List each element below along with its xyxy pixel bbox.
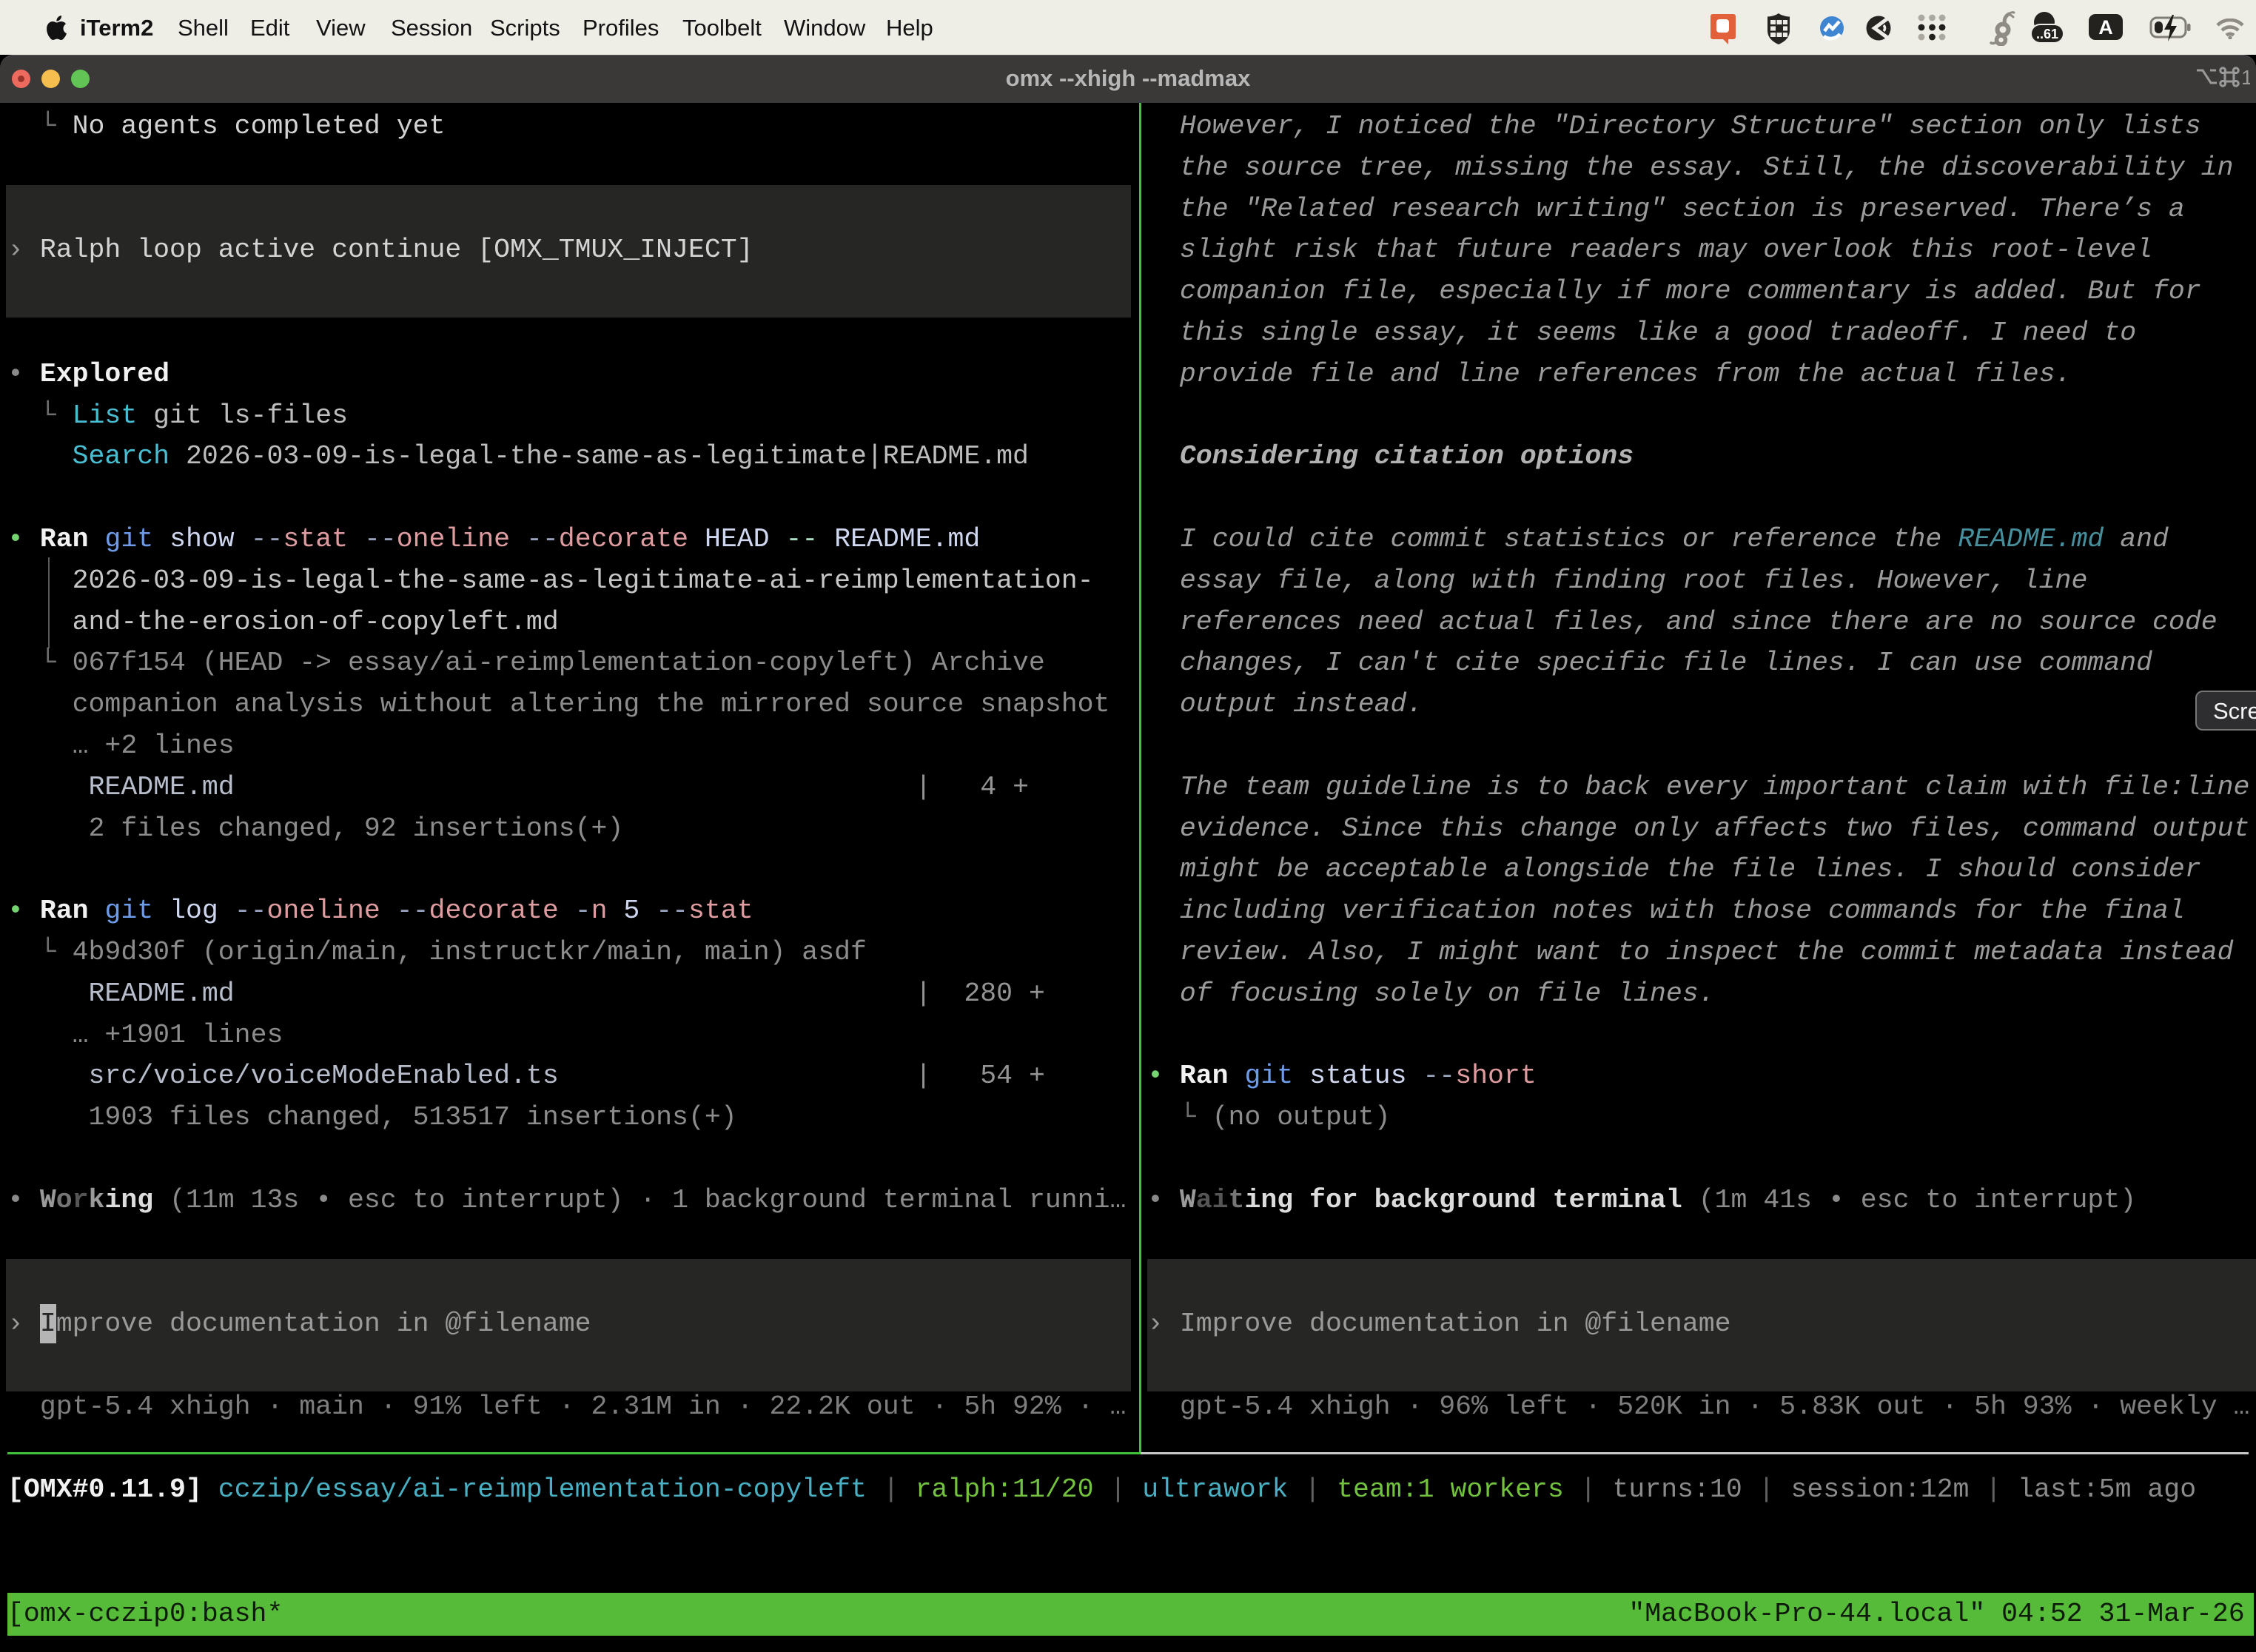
svg-text:..61: ..61 [2036,27,2058,41]
svg-text:1: 1 [2241,66,2250,89]
svg-text:A: A [2098,16,2113,38]
